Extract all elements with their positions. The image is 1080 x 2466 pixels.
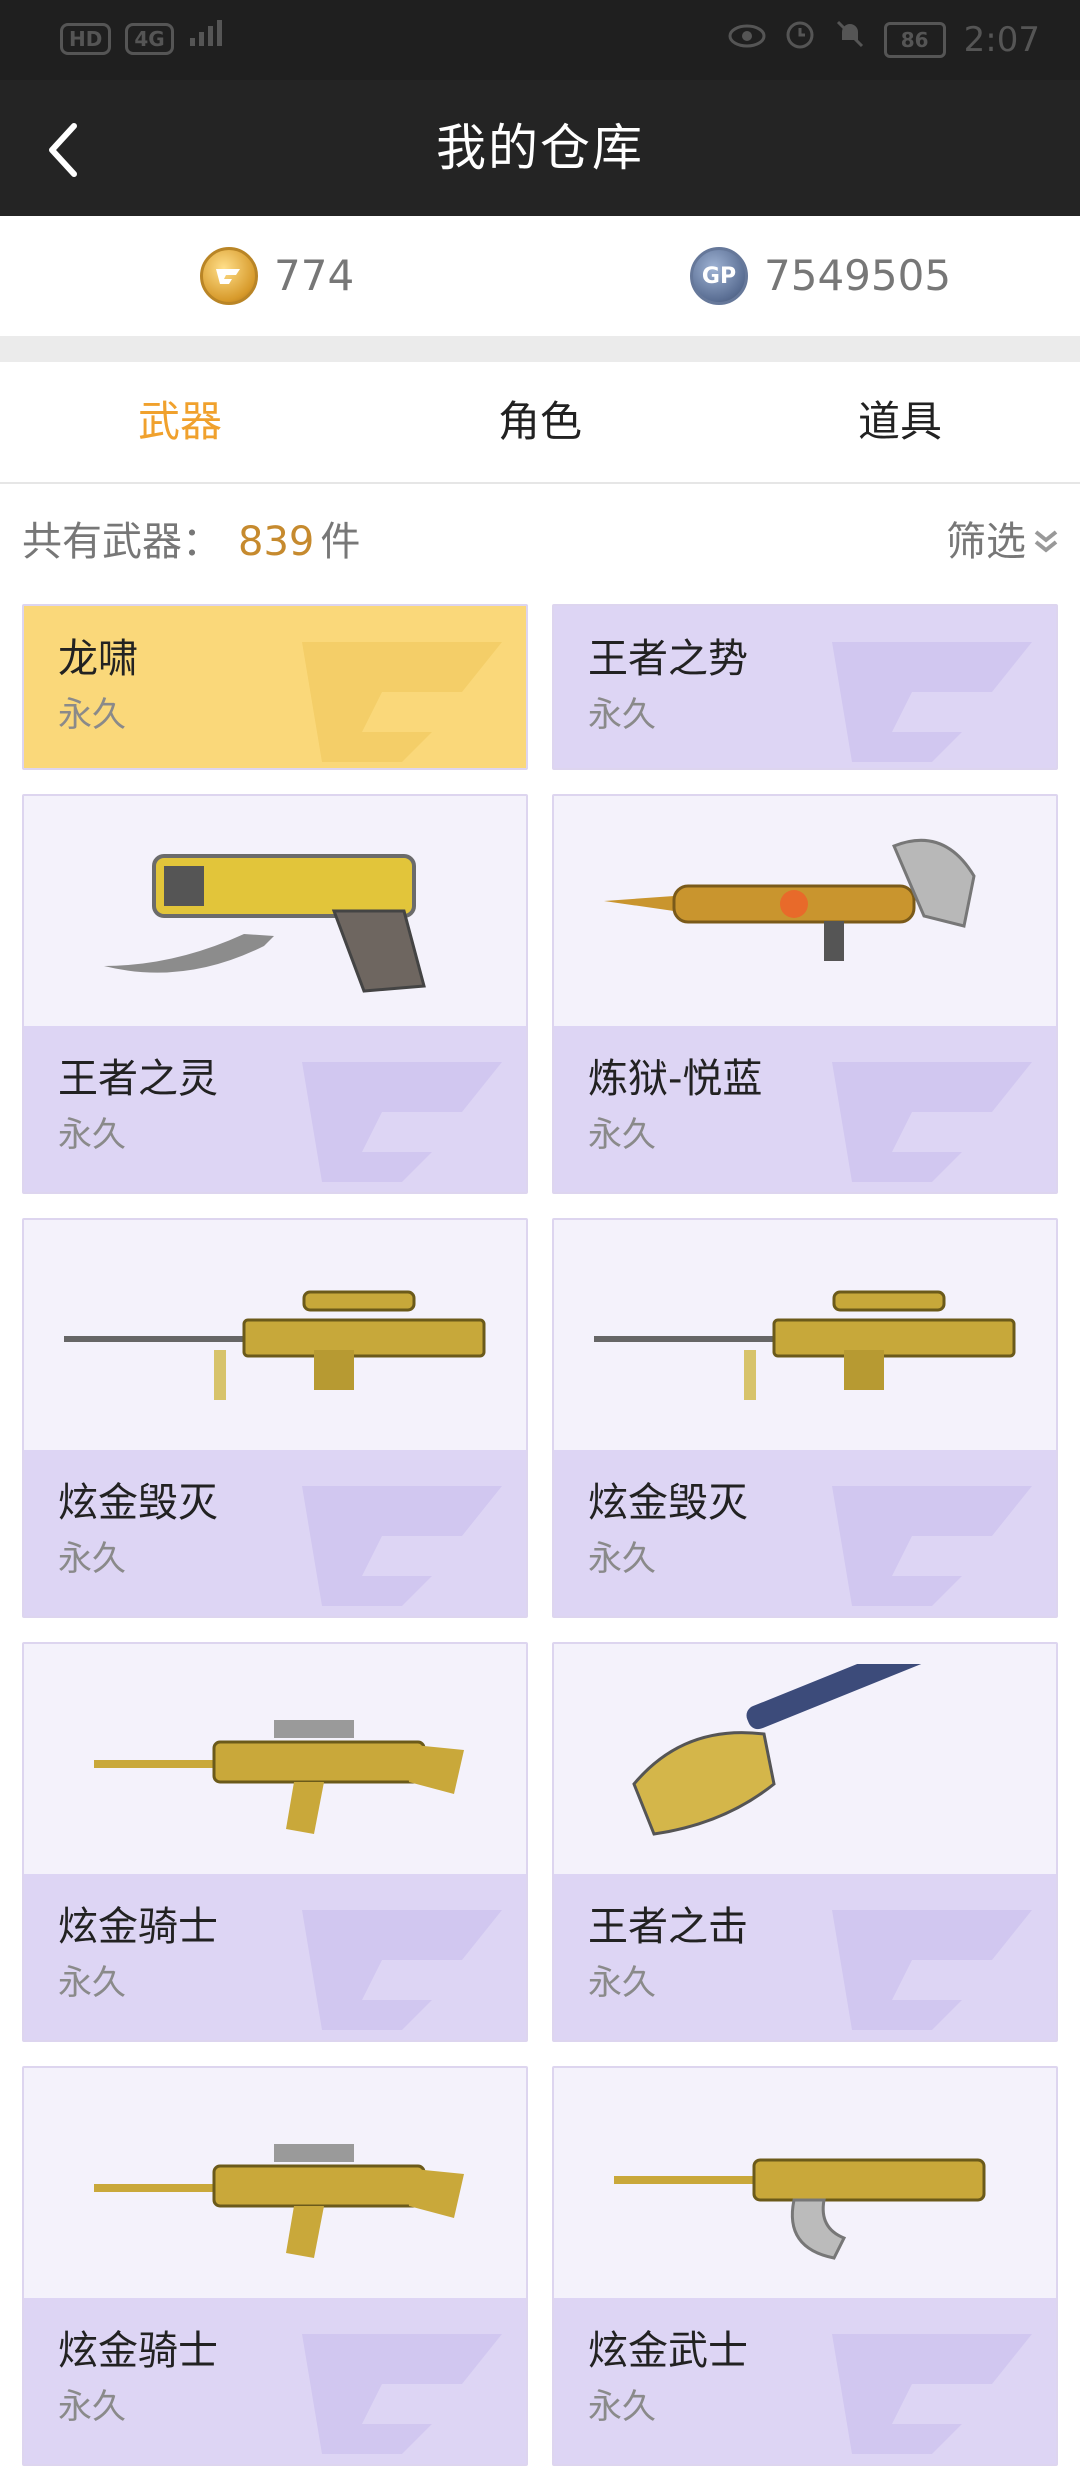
weapon-name: 王者之势 [588, 636, 748, 682]
sniper-rifle-image [64, 1290, 486, 1400]
card-label-area: 王者之击 永久 [554, 1874, 1056, 2040]
weapon-duration: 永久 [58, 2387, 126, 2427]
cf-watermark-icon [302, 1910, 502, 2030]
gp-points-value: 7549505 [764, 251, 952, 300]
gp-coin-icon: GP [690, 247, 748, 305]
page-title: 我的仓库 [436, 119, 644, 177]
weapon-count: 839 [238, 519, 315, 565]
weapon-duration: 永久 [588, 1115, 656, 1155]
cf-watermark-icon [832, 1486, 1032, 1606]
cf-watermark-icon [832, 2334, 1032, 2454]
eye-icon [728, 20, 766, 60]
weapon-card[interactable]: 炫金武士 永久 [552, 2066, 1058, 2466]
dragon-gun-image [604, 838, 976, 961]
weapon-duration: 永久 [588, 1539, 656, 1579]
cf-watermark-icon [302, 1486, 502, 1606]
cf-watermark-icon [832, 1910, 1032, 2030]
weapon-card[interactable]: 王者之势 永久 [552, 604, 1058, 770]
filter-button[interactable]: 筛选 [946, 510, 1060, 574]
assault-rifle-image [94, 2144, 464, 2258]
cf-watermark-icon [302, 1062, 502, 1182]
weapon-card[interactable]: 炫金骑士 永久 [22, 2066, 528, 2466]
network-type-indicator: 4G [125, 22, 174, 55]
assault-rifle-image [94, 1720, 464, 1834]
weapon-duration: 永久 [58, 695, 126, 735]
weapon-card[interactable]: 龙啸 永久 [22, 604, 528, 770]
weapon-card[interactable]: 王者之击 永久 [552, 1642, 1058, 2042]
cf-coin-icon [200, 247, 258, 305]
clock: 2:07 [963, 19, 1040, 60]
shovel-image [632, 1664, 991, 1836]
weapon-duration: 永久 [588, 695, 656, 735]
weapon-duration: 永久 [588, 1963, 656, 2003]
pistol-image [104, 854, 426, 993]
weapon-image [24, 1220, 526, 1452]
status-bar: HD 4G 86 2:07 [0, 0, 1080, 80]
weapon-image [24, 796, 526, 1028]
signal-icon [188, 18, 228, 59]
gp-points: GP 7549505 [690, 247, 952, 305]
cf-watermark-icon [832, 642, 1032, 762]
tab-characters[interactable]: 角色 [360, 362, 720, 482]
alarm-icon [784, 18, 816, 61]
app-header: 我的仓库 [0, 80, 1080, 216]
weapon-card[interactable]: 炫金骑士 永久 [22, 1642, 528, 2042]
card-label-area: 炫金毁灭 永久 [554, 1450, 1056, 1616]
status-left: HD 4G [60, 18, 228, 59]
double-chevron-down-icon [1034, 530, 1058, 553]
weapon-card[interactable]: 王者之灵 永久 [22, 794, 528, 1194]
weapon-duration: 永久 [58, 1115, 126, 1155]
weapon-duration: 永久 [588, 2387, 656, 2427]
weapon-card[interactable]: 炫金毁灭 永久 [552, 1218, 1058, 1618]
filter-label: 筛选 [946, 519, 1026, 565]
weapon-name: 炫金武士 [588, 2328, 748, 2374]
status-right: 86 2:07 [728, 18, 1040, 61]
weapon-name: 王者之灵 [58, 1056, 218, 1102]
card-label-area: 龙啸 永久 [24, 606, 526, 768]
mute-bell-icon [834, 18, 866, 61]
weapon-card[interactable]: 炫金毁灭 永久 [22, 1218, 528, 1618]
weapon-grid: 龙啸 永久 王者之势 永久 王者之灵 永久 炼狱-悦蓝 永久 炫金毁灭 永久 炫… [22, 604, 1058, 2466]
card-label-area: 炫金毁灭 永久 [24, 1450, 526, 1616]
weapon-image [554, 2068, 1056, 2300]
weapon-image [554, 796, 1056, 1028]
card-label-area: 炫金骑士 永久 [24, 2298, 526, 2464]
weapon-image [24, 2068, 526, 2300]
count-unit: 件 [320, 519, 361, 565]
category-tabs: 武器 角色 道具 [0, 362, 1080, 484]
weapon-image [24, 1644, 526, 1876]
card-label-area: 王者之势 永久 [554, 606, 1056, 768]
card-label-area: 炼狱-悦蓝 永久 [554, 1026, 1056, 1192]
weapon-image [554, 1220, 1056, 1452]
weapon-image [554, 1644, 1056, 1876]
tab-items[interactable]: 道具 [720, 362, 1080, 482]
weapon-name: 龙啸 [58, 636, 138, 682]
summary-label: 共有武器： [22, 519, 222, 565]
cf-points: 774 [200, 247, 355, 305]
weapon-name: 炫金骑士 [58, 2328, 218, 2374]
cf-watermark-icon [302, 642, 502, 762]
weapon-duration: 永久 [58, 1539, 126, 1579]
cf-points-value: 774 [274, 251, 355, 300]
weapon-name: 炼狱-悦蓝 [588, 1056, 763, 1102]
cf-watermark-icon [832, 1062, 1032, 1182]
weapon-duration: 永久 [58, 1963, 126, 2003]
weapon-name: 炫金骑士 [58, 1904, 218, 1950]
card-label-area: 炫金武士 永久 [554, 2298, 1056, 2464]
card-label-area: 炫金骑士 永久 [24, 1874, 526, 2040]
sniper-rifle-image [594, 1290, 1016, 1400]
currency-row: 774 GP 7549505 [0, 216, 1080, 336]
tab-weapons[interactable]: 武器 [0, 362, 360, 482]
battery-indicator: 86 [883, 21, 946, 58]
ak-rifle-image [614, 2158, 986, 2260]
weapon-name: 炫金毁灭 [588, 1480, 748, 1526]
hd-indicator: HD [60, 22, 112, 55]
weapon-name: 王者之击 [588, 1904, 748, 1950]
card-label-area: 王者之灵 永久 [24, 1026, 526, 1192]
cf-watermark-icon [302, 2334, 502, 2454]
weapon-count-summary: 共有武器： 839 件 [22, 510, 360, 574]
weapon-name: 炫金毁灭 [58, 1480, 218, 1526]
weapon-card[interactable]: 炼狱-悦蓝 永久 [552, 794, 1058, 1194]
section-divider [0, 336, 1080, 362]
